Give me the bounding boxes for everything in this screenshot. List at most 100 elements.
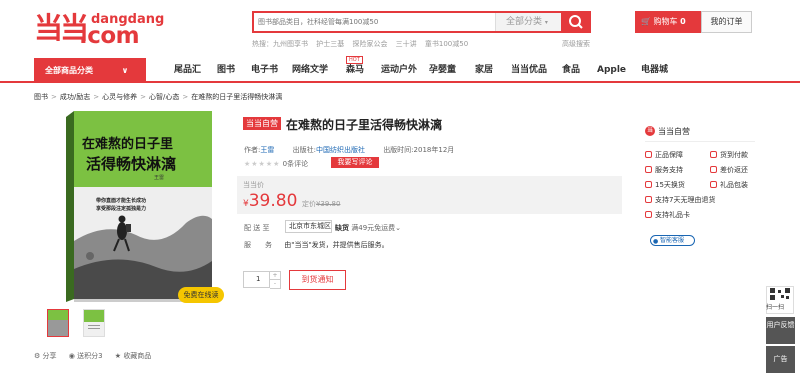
breadcrumb-separator: >	[140, 93, 146, 101]
chevron-down-icon: ∨	[121, 66, 129, 75]
nav-item[interactable]: 孕婴童	[429, 63, 456, 77]
shop-feature: 正品保障	[645, 150, 683, 160]
ship-address-select[interactable]: 北京市东城区	[285, 220, 332, 233]
price-label: 当当价	[243, 181, 264, 189]
shop-name[interactable]: 当当自营	[658, 126, 690, 137]
thumbnail-back-art	[84, 310, 104, 336]
star-icon: ★	[114, 352, 122, 360]
hot-search-words[interactable]: 热搜：九州图享书 护士三基 探险家公会 三十讲 童书100减50	[252, 39, 468, 49]
feature-icon	[645, 166, 652, 173]
nav-item[interactable]: 电器城	[641, 63, 668, 77]
stock-row: 缺货 满49元免运费⌄	[335, 223, 401, 233]
shop-feature: 货到付款	[710, 150, 748, 160]
feature-label: 支持7天无理由退货	[655, 196, 716, 204]
pubdate-value: 2018年12月	[413, 146, 455, 154]
nav-item[interactable]: 电子书	[251, 63, 278, 77]
shop-divider	[645, 141, 755, 142]
chat-icon: ●	[653, 238, 659, 245]
original-price: ¥39.80	[315, 200, 341, 208]
product-title: 在难熬的日子里活得畅快淋漓	[286, 118, 443, 132]
nav-item[interactable]: 尾品汇	[174, 63, 201, 77]
price-row: ¥39.80 定价¥39.80	[243, 191, 340, 211]
service-text: 由"当当"发货，并提供售后服务。	[284, 241, 389, 249]
feature-icon	[710, 151, 717, 158]
quantity-decrease-button[interactable]: -	[270, 280, 281, 289]
cart-icon: 🛒	[641, 17, 651, 26]
points-icon: ◉	[68, 352, 75, 360]
nav-item[interactable]: 当当优品	[511, 63, 547, 77]
search-button[interactable]	[561, 11, 591, 33]
feature-label: 支持礼品卡	[655, 211, 690, 219]
cover-title-line2: 活得畅快淋漓	[86, 155, 177, 173]
nav-item[interactable]: 图书	[217, 63, 235, 77]
feature-icon	[710, 166, 717, 173]
feedback-button[interactable]: 用户反馈	[766, 317, 795, 344]
author-link[interactable]: 王雷	[260, 146, 274, 154]
breadcrumb-item[interactable]: 心灵与修养	[102, 93, 137, 101]
thumbnail-back[interactable]	[83, 309, 105, 337]
thumbnail-front[interactable]	[47, 309, 69, 337]
feature-icon	[645, 151, 652, 158]
breadcrumb-item[interactable]: 成功/励志	[60, 93, 90, 101]
customer-service-label: 智能客服	[660, 237, 685, 244]
ship-address: 北京市东城区	[289, 222, 331, 230]
free-shipping[interactable]: 满49元免运费	[351, 224, 395, 232]
original-price-group: 定价¥39.80	[302, 200, 341, 208]
all-categories-button[interactable]: 全部商品分类 ∨	[34, 58, 146, 83]
free-read-button[interactable]: 免费在线读	[178, 287, 224, 303]
original-price-label: 定价	[301, 200, 316, 208]
share-link[interactable]: 分享	[43, 352, 57, 360]
nav-item[interactable]: 运动户外	[381, 63, 417, 77]
advanced-search-link[interactable]: 高级搜索	[562, 39, 590, 49]
search-category-select[interactable]: 全部分类 ▾	[495, 13, 561, 31]
search-box: 全部分类 ▾	[252, 11, 561, 33]
ad-button[interactable]: 广告	[766, 346, 795, 373]
quantity-input[interactable]: 1	[243, 271, 270, 288]
hot-badge: HOT	[346, 56, 363, 64]
cart-label: 购物车	[653, 17, 678, 26]
nav-item[interactable]: 食品	[562, 63, 580, 77]
nav-item[interactable]: 家居	[475, 63, 493, 77]
my-orders-button[interactable]: 我的订单	[701, 11, 752, 33]
share-bar: ⚙ 分享 ◉ 送积分3 ★ 收藏商品	[34, 351, 151, 361]
breadcrumb-item[interactable]: 在难熬的日子里活得畅快淋漓	[191, 93, 282, 101]
publisher-link[interactable]: 中国纺织出版社	[316, 146, 365, 154]
review-count[interactable]: 0条评论	[283, 160, 308, 168]
cover-author: 王雷	[154, 175, 165, 181]
feature-label: 服务支持	[655, 166, 683, 174]
points-link[interactable]: 送积分3	[77, 352, 102, 360]
dangdang-logo[interactable]: 当当 dangdang .com	[34, 8, 164, 49]
write-review-button[interactable]: 我要写评论	[331, 157, 379, 168]
breadcrumb-item[interactable]: 图书	[34, 93, 48, 101]
book-cover-image[interactable]: 在难熬的日子里 活得畅快淋漓 王雷 带你直面才能生长成功 享受那段注定孤独是力	[66, 111, 222, 302]
author-label: 作者:	[244, 146, 261, 154]
pubdate-label: 出版时间:	[383, 146, 414, 154]
stock-status: 缺货	[335, 224, 349, 232]
search-category-label: 全部分类	[506, 17, 543, 27]
shop-feature: 15天换货	[645, 180, 685, 190]
search-input[interactable]	[258, 15, 488, 29]
nav-item[interactable]: 网络文学	[292, 63, 328, 77]
current-price: 39.80	[248, 191, 298, 211]
cover-subtitle-line2: 享受那段注定孤独是力	[96, 206, 147, 212]
breadcrumb: 图书 > 成功/励志 > 心灵与修养 > 心智/心态 > 在难熬的日子里活得畅快淋漓	[34, 92, 285, 102]
search-icon	[569, 15, 583, 29]
service-label: 服 务	[244, 241, 272, 249]
feature-icon	[645, 196, 652, 203]
customer-service-button[interactable]: ● 智能客服	[650, 235, 695, 246]
quantity-increase-button[interactable]: +	[270, 271, 281, 280]
logo-domain: .com	[79, 23, 140, 49]
breadcrumb-item[interactable]: 心智/心态	[149, 93, 179, 101]
cover-title-line1: 在难熬的日子里	[82, 137, 174, 152]
nav-item[interactable]: Apple	[597, 63, 626, 77]
feature-label: 礼品包装	[720, 181, 748, 189]
feature-label: 15天换货	[655, 181, 685, 189]
arrival-notify-button[interactable]: 到货通知	[289, 270, 346, 290]
share-icon: ⚙	[34, 352, 41, 360]
cart-button[interactable]: 🛒 购物车 0	[635, 11, 701, 33]
breadcrumb-separator: >	[51, 93, 57, 101]
cover-subtitle-line1: 带你直面才能生长成功	[96, 198, 147, 204]
breadcrumb-separator: >	[93, 93, 100, 101]
favorite-link[interactable]: 收藏商品	[123, 352, 151, 360]
nav-item[interactable]: 森马	[346, 63, 364, 77]
